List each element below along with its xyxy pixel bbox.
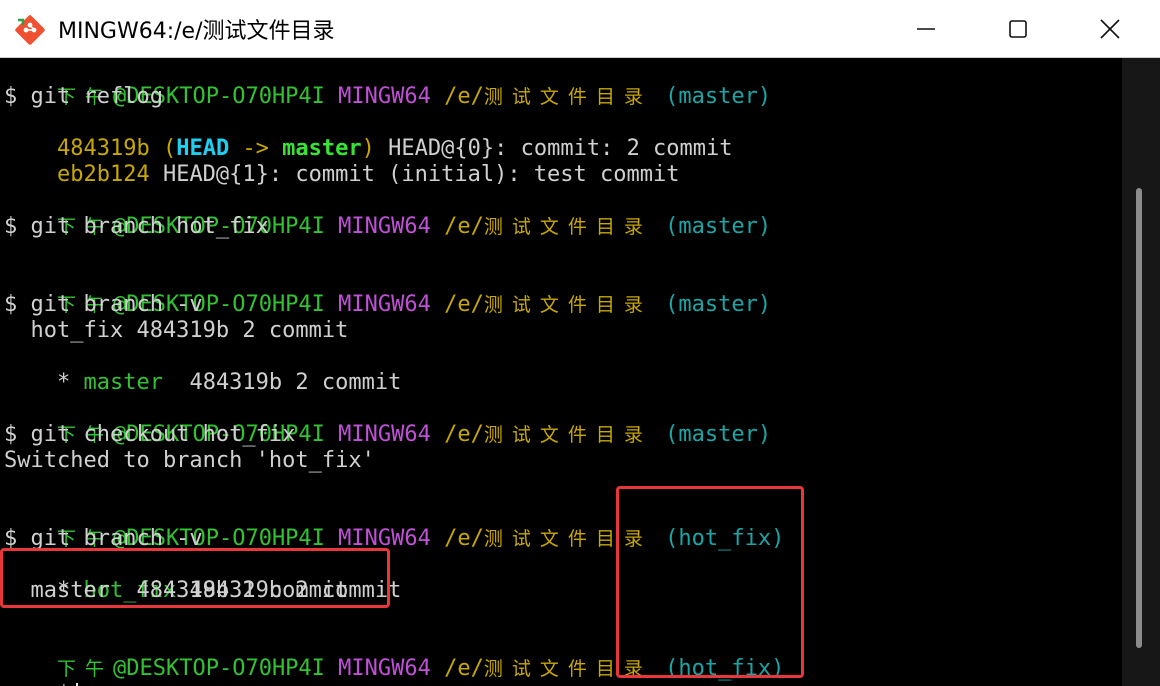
minimize-icon bbox=[917, 28, 935, 30]
prompt-system: MINGW64 bbox=[338, 214, 431, 239]
minimize-button[interactable] bbox=[880, 0, 972, 58]
reflog-entry: eb2b124 HEAD@{1}: commit (initial): test… bbox=[4, 136, 680, 187]
prompt-path: /e/ bbox=[444, 422, 484, 447]
prompt-user-host: @DESKTOP-O70HP4I bbox=[113, 656, 325, 681]
prompt-path: /e/ bbox=[444, 656, 484, 681]
prompt-line: 下午@DESKTOP-O70HP4I MINGW64 /e/测试文件目录 (ma… bbox=[4, 58, 771, 109]
prompt-path: /e/ bbox=[444, 292, 484, 317]
prompt-path: /e/ bbox=[444, 84, 484, 109]
prompt-branch: (master) bbox=[665, 292, 772, 317]
output-line: Switched to branch 'hot_fix' bbox=[4, 448, 375, 473]
prompt-dir: 测试文件目录 bbox=[483, 294, 652, 316]
vertical-scrollbar[interactable] bbox=[1122, 58, 1160, 686]
prompt-path: /e/ bbox=[444, 526, 484, 551]
prompt-system: MINGW64 bbox=[338, 84, 431, 109]
command-line: $ git branch -v bbox=[4, 292, 203, 317]
close-button[interactable] bbox=[1064, 0, 1156, 58]
scrollbar-thumb[interactable] bbox=[1136, 188, 1142, 648]
prompt-branch: (master) bbox=[665, 214, 772, 239]
reflog-entry: 484319b (HEAD -> master) HEAD@{0}: commi… bbox=[4, 110, 733, 161]
highlight-box-branch-list bbox=[0, 548, 390, 608]
maximize-button[interactable] bbox=[972, 0, 1064, 58]
prompt-symbol: $ bbox=[57, 682, 70, 686]
commit-hash: eb2b124 bbox=[56, 162, 150, 187]
prompt-system: MINGW64 bbox=[338, 656, 431, 681]
prompt-line: 下午@DESKTOP-O70HP4I MINGW64 /e/测试文件目录 (ma… bbox=[4, 266, 771, 317]
prompt-dir: 测试文件目录 bbox=[483, 86, 652, 108]
prompt-dir: 测试文件目录 bbox=[483, 216, 652, 238]
branch-list-row: hot_fix 484319b 2 commit bbox=[4, 318, 349, 343]
command-line: $ git checkout hot_fix bbox=[4, 422, 296, 447]
prompt-line: 下午@DESKTOP-O70HP4I MINGW64 /e/测试文件目录 (ma… bbox=[4, 188, 771, 239]
command-line: $ git reflog bbox=[4, 84, 163, 109]
branch-list-row: * master 484319b 2 commit bbox=[4, 344, 401, 395]
maximize-icon bbox=[1009, 20, 1027, 38]
prompt-branch: (master) bbox=[665, 422, 772, 447]
reflog-message: HEAD@{1}: commit (initial): test commit bbox=[149, 162, 680, 187]
prompt-system: MINGW64 bbox=[338, 292, 431, 317]
prompt-line: 下午@DESKTOP-O70HP4I MINGW64 /e/测试文件目录 (ma… bbox=[4, 396, 771, 447]
prompt-path: /e/ bbox=[444, 214, 484, 239]
current-branch-marker: * bbox=[56, 370, 84, 395]
prompt-system: MINGW64 bbox=[338, 422, 431, 447]
terminal-output[interactable]: 下午@DESKTOP-O70HP4I MINGW64 /e/测试文件目录 (ma… bbox=[0, 58, 1122, 686]
command-line: $ git branch hot_fix bbox=[4, 214, 269, 239]
input-line[interactable]: $ bbox=[4, 656, 79, 686]
window-title: MINGW64:/e/测试文件目录 bbox=[58, 19, 335, 44]
title-bar: MINGW64:/e/测试文件目录 bbox=[0, 0, 1160, 58]
close-icon bbox=[1100, 19, 1120, 39]
prompt-branch: (master) bbox=[665, 84, 772, 109]
git-logo-icon bbox=[15, 15, 45, 45]
branch-info: 484319b 2 commit bbox=[176, 370, 402, 395]
prompt-dir: 测试文件目录 bbox=[483, 424, 652, 446]
branch-name: master bbox=[83, 370, 177, 395]
highlight-box-branch-prompts bbox=[616, 486, 804, 678]
